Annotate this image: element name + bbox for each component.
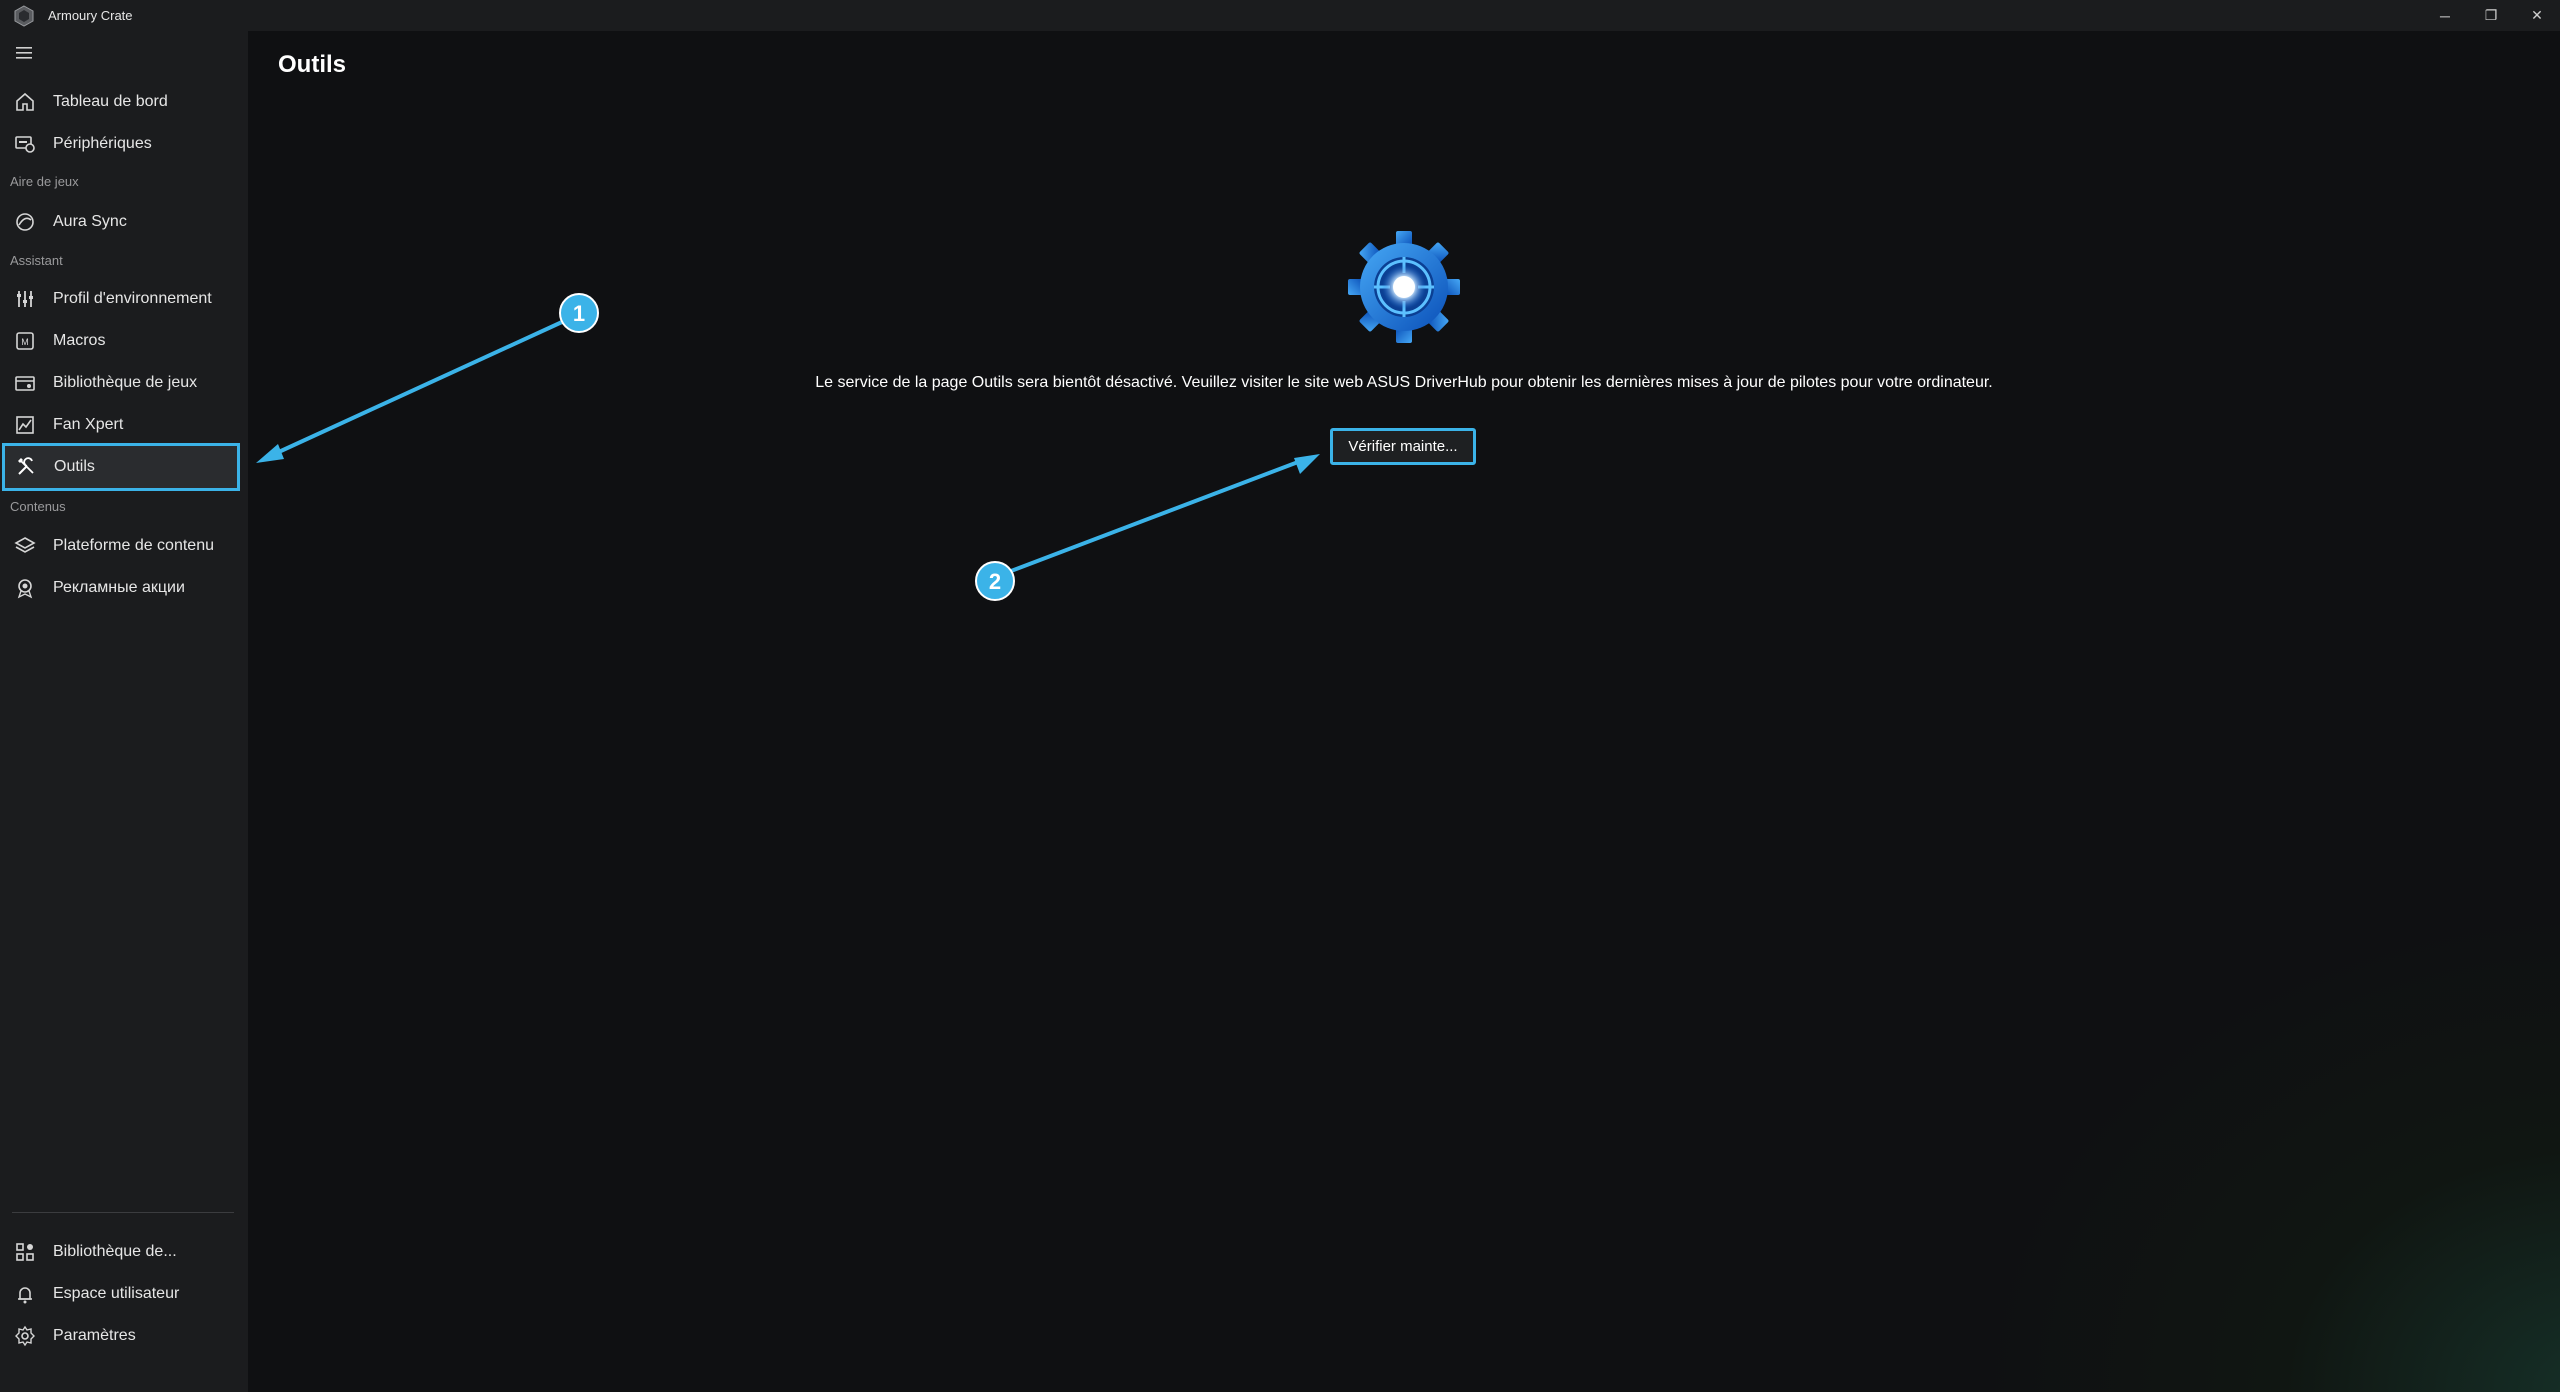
game-library-icon xyxy=(15,376,35,391)
section-label-contenus: Contenus xyxy=(10,499,66,514)
sidebar-item-label: Tableau de bord xyxy=(53,93,168,110)
sidebar-item-tableau-de-bord[interactable]: Tableau de bord xyxy=(4,82,240,122)
window-controls: ─ ❐ ✕ xyxy=(2422,0,2560,31)
sidebar-item-outils[interactable]: Outils xyxy=(2,443,240,491)
aura-icon xyxy=(16,213,34,231)
hamburger-menu-icon[interactable] xyxy=(14,45,34,61)
svg-text:M: M xyxy=(21,337,29,347)
sidebar-item-plateforme-de-contenu[interactable]: Plateforme de contenu xyxy=(4,526,240,566)
section-label-aire-de-jeux: Aire de jeux xyxy=(10,174,79,189)
sidebar-item-peripheriques[interactable]: Périphériques xyxy=(4,124,240,164)
section-label-assistant: Assistant xyxy=(10,253,63,268)
title-bar: Armoury Crate ─ ❐ ✕ xyxy=(0,0,2560,31)
tools-icon xyxy=(18,457,34,475)
sidebar-item-fan-xpert[interactable]: Fan Xpert xyxy=(4,405,240,445)
sidebar-item-profil-environnement[interactable]: Profil d'environnement xyxy=(4,279,240,319)
macro-icon: M xyxy=(16,332,34,350)
sidebar-item-label: Fan Xpert xyxy=(53,416,124,433)
sidebar-item-label: Profil d'environnement xyxy=(53,290,212,307)
sidebar-item-label: Plateforme de contenu xyxy=(53,537,214,554)
sidebar-item-bibliotheque-de-jeux[interactable]: Bibliothèque de jeux xyxy=(4,363,240,403)
sidebar-item-label: Bibliothèque de jeux xyxy=(53,374,198,391)
sidebar-item-espace-utilisateur[interactable]: Espace utilisateur xyxy=(4,1274,240,1314)
sidebar-item-reklamnye-aktsii[interactable]: Рекламные акции xyxy=(4,568,240,608)
sidebar-item-macros[interactable]: M Macros xyxy=(4,321,240,361)
close-button[interactable]: ✕ xyxy=(2514,0,2560,31)
deprecation-notice: Le service de la page Outils sera bientô… xyxy=(815,374,1993,391)
badge-icon xyxy=(17,579,33,599)
sidebar-item-label: Macros xyxy=(53,332,106,349)
window-title: Armoury Crate xyxy=(48,8,133,23)
main-content: Outils Le service de la page Outils sera… xyxy=(248,31,2560,1392)
sidebar-item-label: Espace utilisateur xyxy=(53,1285,180,1302)
armoury-crate-logo-icon xyxy=(14,4,34,27)
check-maintenance-button[interactable]: Vérifier mainte... xyxy=(1330,428,1476,465)
sidebar-item-label: Aura Sync xyxy=(53,213,127,230)
sidebar-item-parametres[interactable]: Paramètres xyxy=(4,1316,240,1356)
sidebar-item-label: Bibliothèque de... xyxy=(53,1243,177,1260)
sliders-icon xyxy=(17,291,33,307)
devices-icon xyxy=(15,136,35,153)
sidebar: Tableau de bord Périphériques Aire de je… xyxy=(0,31,248,1392)
bell-icon xyxy=(18,1287,32,1304)
sidebar-item-aura-sync[interactable]: Aura Sync xyxy=(4,202,240,242)
home-icon xyxy=(16,92,34,111)
sidebar-item-label: Périphériques xyxy=(53,135,152,152)
sidebar-item-label: Outils xyxy=(54,458,95,475)
page-title: Outils xyxy=(278,51,347,78)
restore-button[interactable]: ❐ xyxy=(2468,0,2514,31)
fan-icon xyxy=(16,416,34,434)
minimize-button[interactable]: ─ xyxy=(2422,0,2468,31)
sidebar-item-label: Paramètres xyxy=(53,1327,136,1344)
sidebar-item-bibliotheque-apps[interactable]: Bibliothèque de... xyxy=(4,1232,240,1272)
apps-icon xyxy=(16,1243,34,1261)
layers-icon xyxy=(14,537,36,553)
gear-icon xyxy=(15,1325,35,1347)
sidebar-item-label: Рекламные акции xyxy=(53,579,185,596)
sidebar-divider xyxy=(12,1212,234,1213)
tool-gear-icon xyxy=(1348,231,1460,343)
